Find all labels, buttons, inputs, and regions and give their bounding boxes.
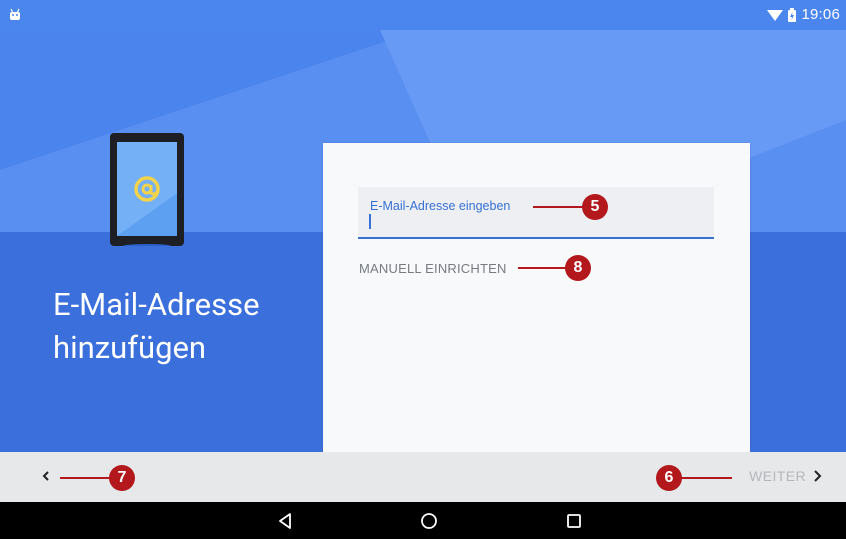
next-button-label: WEITER xyxy=(749,468,806,484)
callout-badge-back: 7 xyxy=(109,465,135,491)
home-circle-icon[interactable] xyxy=(419,511,439,531)
text-caret xyxy=(369,214,371,229)
callout-badge-next: 6 xyxy=(656,465,682,491)
callout-line-next xyxy=(680,477,732,479)
wifi-icon xyxy=(767,9,784,21)
chevron-right-icon xyxy=(814,470,822,482)
recents-square-icon[interactable] xyxy=(564,511,584,531)
callout-line-email xyxy=(533,206,585,208)
battery-icon xyxy=(788,7,797,22)
callout-line-manual xyxy=(518,267,568,269)
callout-badge-email: 5 xyxy=(582,194,608,220)
setup-card: E-Mail-Adresse eingeben MANUELL EINRICHT… xyxy=(323,143,750,455)
manual-setup-button[interactable]: MANUELL EINRICHTEN xyxy=(359,261,507,276)
android-icon xyxy=(10,8,20,20)
page-title: E-Mail-Adresse hinzufügen xyxy=(53,286,260,366)
status-icons: 19:06 xyxy=(767,6,840,23)
callout-line-back xyxy=(60,477,112,479)
email-setup-screen: 19:06 E-Mail-Adresse hinzufügen E-Mail-A… xyxy=(0,0,846,539)
email-input[interactable]: E-Mail-Adresse eingeben xyxy=(358,187,714,239)
callout-badge-manual: 8 xyxy=(565,255,591,281)
chevron-left-icon[interactable] xyxy=(34,464,58,488)
back-triangle-icon[interactable] xyxy=(276,511,296,531)
status-bar: 19:06 xyxy=(0,0,846,30)
next-button[interactable]: WEITER xyxy=(749,468,824,484)
tablet-illustration xyxy=(110,133,184,246)
status-time: 19:06 xyxy=(801,6,840,23)
system-nav-bar xyxy=(0,502,846,539)
email-input-label: E-Mail-Adresse eingeben xyxy=(370,199,511,213)
